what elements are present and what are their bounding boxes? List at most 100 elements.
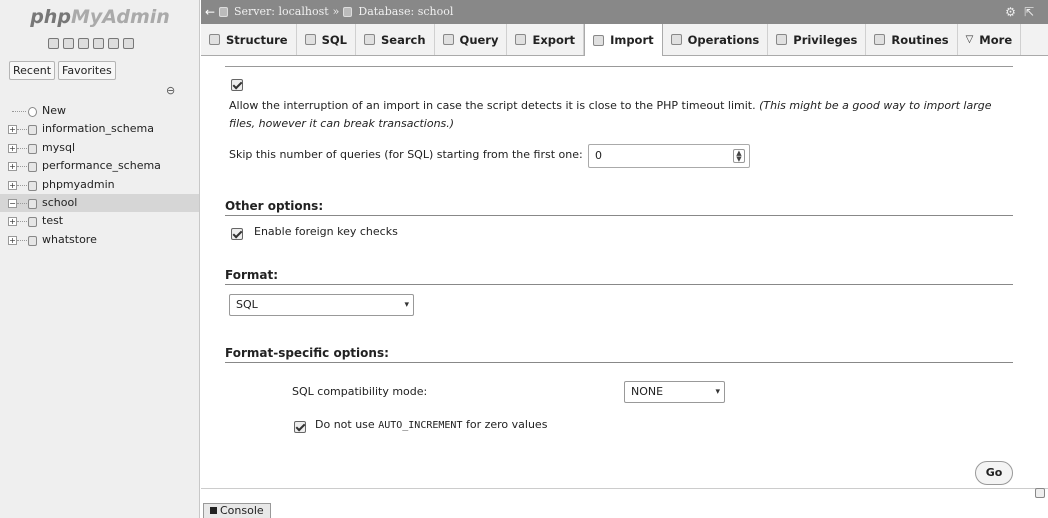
expand-icon[interactable]: + <box>8 162 17 172</box>
tab-label: Export <box>532 32 576 47</box>
go-button[interactable]: Go <box>975 461 1013 485</box>
logout-icon[interactable] <box>63 38 74 49</box>
console-toggle[interactable]: Console <box>203 503 271 518</box>
back-arrow-icon[interactable]: ← <box>205 0 215 24</box>
tree-item-database[interactable]: − school <box>0 193 199 213</box>
sql-compat-label: SQL compatibility mode: <box>292 385 428 398</box>
import-panel: Allow the interruption of an import in c… <box>201 57 1048 518</box>
tab-label: SQL <box>321 32 348 47</box>
tab-routines[interactable]: Routines <box>866 24 958 55</box>
scroll-button[interactable] <box>1035 488 1045 498</box>
database-icon <box>28 125 37 136</box>
tree-item-label[interactable]: school <box>42 196 77 209</box>
tree-item-database[interactable]: + performance_schema <box>0 157 199 175</box>
tree-connector <box>12 111 26 112</box>
tab-structure[interactable]: Structure <box>201 24 297 55</box>
tab-label: Operations <box>687 32 760 47</box>
tree-item-label[interactable]: performance_schema <box>42 159 161 172</box>
tab-more[interactable]: ▽ More <box>958 24 1022 55</box>
expand-icon[interactable]: + <box>8 217 17 227</box>
tab-import[interactable]: Import <box>584 24 663 56</box>
allow-interrupt-checkbox[interactable] <box>231 79 243 91</box>
favorites-button[interactable]: Favorites <box>58 61 116 80</box>
breadcrumb-bar: ← Server: localhost » Database: school ⚙… <box>201 0 1048 24</box>
console-icon <box>210 507 217 514</box>
tree-item-label[interactable]: whatstore <box>42 233 97 246</box>
tab-query[interactable]: Query <box>435 24 508 55</box>
expand-icon[interactable]: − <box>8 198 17 208</box>
tree-item-label[interactable]: information_schema <box>42 122 154 135</box>
tree-item-database[interactable]: + test <box>0 212 199 230</box>
privileges-icon <box>776 34 788 45</box>
database-icon <box>28 180 37 191</box>
tab-label: Import <box>610 33 654 47</box>
foreign-key-checks-label: Enable foreign key checks <box>254 225 398 238</box>
recent-button[interactable]: Recent <box>9 61 56 80</box>
tree-item-database[interactable]: + phpmyadmin <box>0 176 199 194</box>
expand-icon[interactable]: + <box>8 143 17 153</box>
tree-item-database[interactable]: + mysql <box>0 139 199 157</box>
export-icon <box>515 34 527 45</box>
database-icon <box>28 217 37 228</box>
database-icon <box>28 162 37 173</box>
divider <box>225 66 1013 67</box>
collapse-icon[interactable]: ⇱ <box>1024 5 1042 19</box>
tree-connector <box>17 147 27 149</box>
tab-privileges[interactable]: Privileges <box>768 24 867 55</box>
settings-icon[interactable] <box>108 38 119 49</box>
expand-icon[interactable]: + <box>8 125 17 135</box>
search-icon <box>364 34 376 45</box>
format-specific-heading: Format-specific options: <box>225 346 1013 363</box>
breadcrumb-database[interactable]: Database: school <box>358 0 453 24</box>
tab-search[interactable]: Search <box>356 24 435 55</box>
divider <box>201 488 1048 489</box>
routines-icon <box>874 34 886 45</box>
server-icon <box>219 7 228 17</box>
tree-item-label[interactable]: test <box>42 214 63 227</box>
breadcrumb-separator: » <box>332 5 340 18</box>
skip-queries-label: Skip this number of queries (for SQL) st… <box>229 148 583 161</box>
tree-item-database[interactable]: + information_schema <box>0 120 199 138</box>
other-options-heading: Other options: <box>225 199 1013 216</box>
tree-connector <box>17 166 27 168</box>
navigation-sidebar: phpMyAdmin Recent Favorites ⊖ New + inform… <box>0 0 200 518</box>
allow-interrupt-label: Allow the interruption of an import in c… <box>229 99 992 130</box>
tree-item-database[interactable]: + whatstore <box>0 231 199 249</box>
database-icon <box>28 198 37 209</box>
format-select[interactable]: SQL ▾ <box>229 294 414 316</box>
phpmyadmin-logo[interactable]: phpMyAdmin <box>6 6 194 28</box>
tab-label: Structure <box>226 32 288 47</box>
link-with-main-icon[interactable]: ⊖ <box>166 84 175 97</box>
settings-gear-icon[interactable]: ⚙ <box>1005 5 1024 19</box>
foreign-key-checks-checkbox[interactable] <box>231 228 243 240</box>
breadcrumb: Server: localhost » Database: school <box>219 0 453 24</box>
tree-connector <box>17 221 27 223</box>
database-icon <box>28 107 37 117</box>
tab-sql[interactable]: SQL <box>297 24 357 55</box>
sql-icon <box>304 34 316 45</box>
main-tabs: Structure SQL Search Query Export Import Opera… <box>201 24 1048 56</box>
expand-icon[interactable]: + <box>8 235 17 245</box>
home-icon[interactable] <box>48 38 59 49</box>
breadcrumb-server[interactable]: Server: localhost <box>234 0 329 24</box>
tab-label: More <box>979 32 1013 47</box>
import-icon <box>593 34 605 46</box>
tree-connector <box>17 202 27 204</box>
reload-icon[interactable] <box>123 38 134 49</box>
tab-label: Privileges <box>793 32 858 47</box>
tree-item-label[interactable]: New <box>42 104 66 117</box>
no-auto-increment-checkbox[interactable] <box>294 421 306 433</box>
tree-item-new[interactable]: New <box>0 102 199 120</box>
tree-item-label[interactable]: phpmyadmin <box>42 178 115 191</box>
tab-operations[interactable]: Operations <box>663 24 769 55</box>
tab-export[interactable]: Export <box>507 24 585 55</box>
expand-icon[interactable]: + <box>8 180 17 190</box>
sql-compat-select[interactable]: NONE ▾ <box>624 381 725 403</box>
tree-item-label[interactable]: mysql <box>42 141 75 154</box>
help-icon[interactable] <box>78 38 89 49</box>
spinner-icon[interactable]: ▲ ▼ <box>733 149 745 163</box>
docs-icon[interactable] <box>93 38 104 49</box>
skip-queries-input[interactable]: 0 ▲ ▼ <box>588 144 750 168</box>
query-icon <box>442 34 454 45</box>
format-heading: Format: <box>225 268 1013 285</box>
